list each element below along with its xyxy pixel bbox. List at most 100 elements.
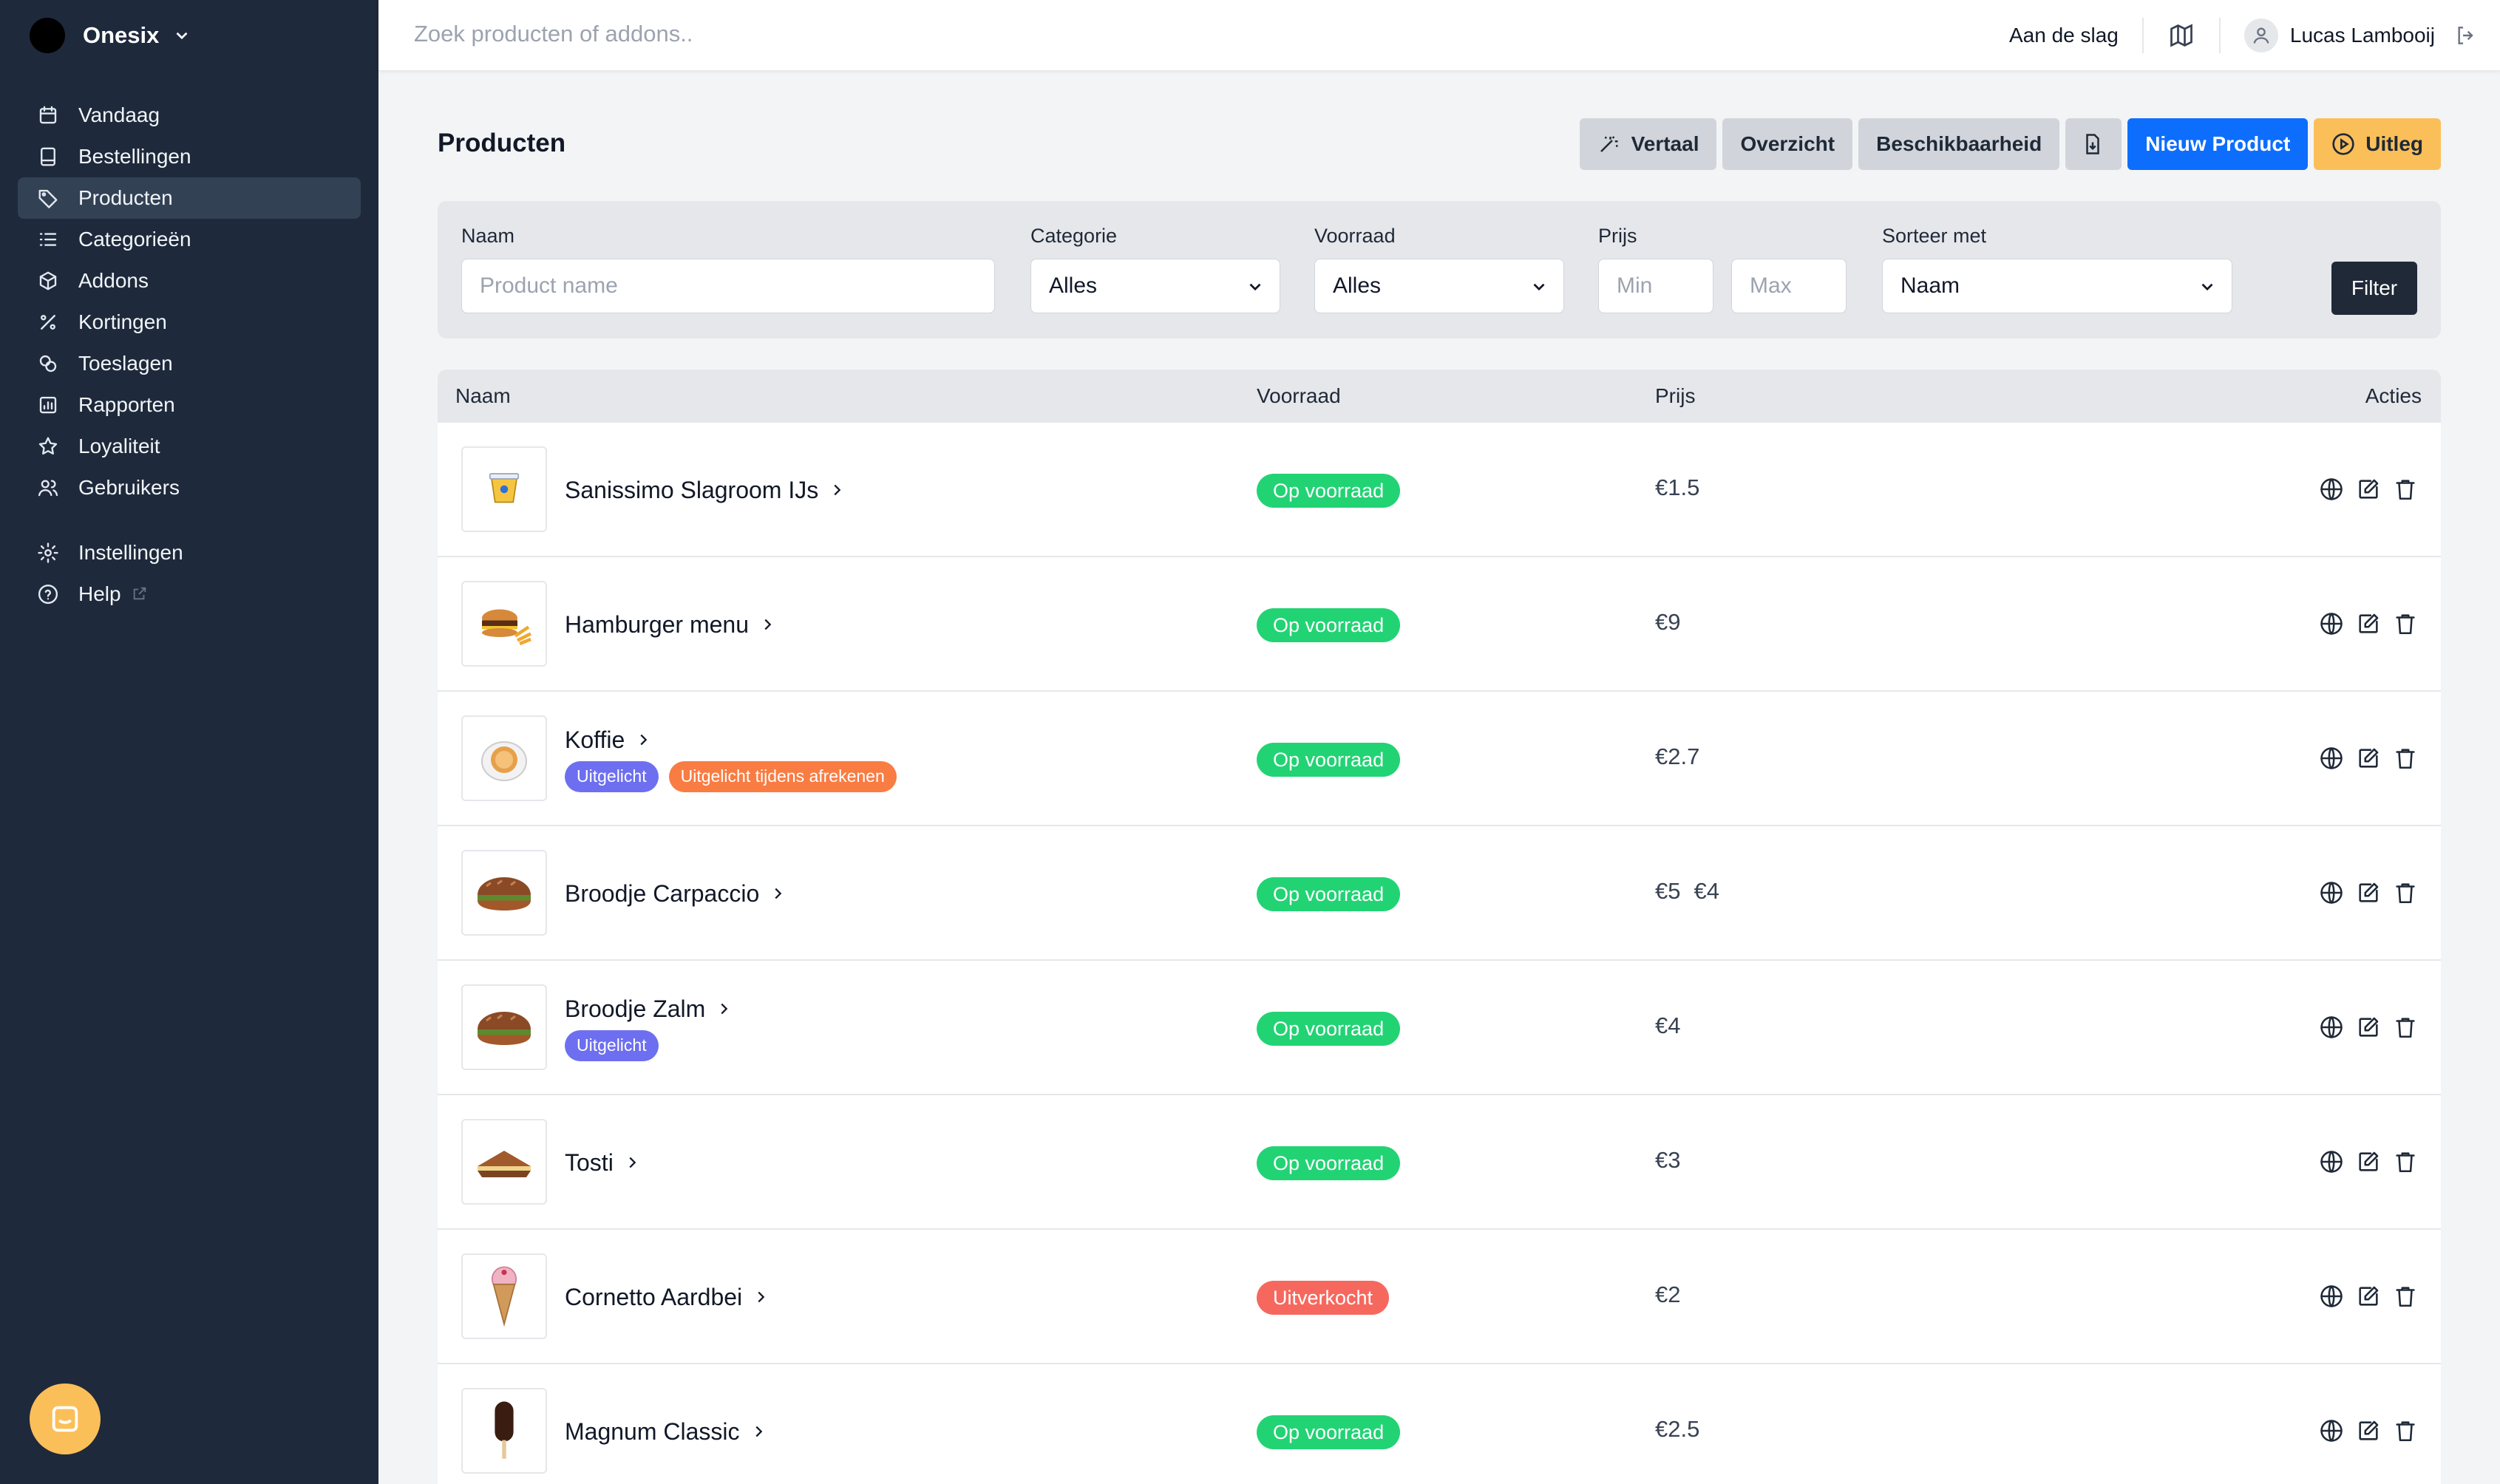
globe-icon[interactable] — [2318, 1014, 2345, 1041]
table-row: Broodje Carpaccio Op voorraad €5 €4 — [438, 826, 2441, 961]
sidebar-item-loyaliteit[interactable]: Loyaliteit — [18, 426, 361, 467]
trash-icon[interactable] — [2392, 1014, 2419, 1041]
trash-icon[interactable] — [2392, 745, 2419, 772]
filter-button[interactable]: Filter — [2331, 262, 2417, 315]
explain-label: Uitleg — [2365, 132, 2423, 155]
edit-icon[interactable] — [2355, 745, 2382, 772]
sort-select[interactable]: Naam — [1882, 259, 2232, 313]
product-thumbnail — [461, 984, 547, 1070]
sidebar-item-label: Addons — [78, 269, 149, 292]
trash-icon[interactable] — [2392, 1148, 2419, 1175]
trash-icon[interactable] — [2392, 879, 2419, 906]
edit-icon[interactable] — [2355, 610, 2382, 637]
globe-icon[interactable] — [2318, 745, 2345, 772]
globe-icon[interactable] — [2318, 476, 2345, 503]
globe-icon[interactable] — [2318, 610, 2345, 637]
product-name: Sanissimo Slagroom IJs — [565, 476, 819, 503]
sidebar-item-help[interactable]: Help — [18, 573, 361, 615]
sidebar-item-label: Loyaliteit — [78, 435, 160, 457]
category-filter-label: Categorie — [1030, 225, 1118, 247]
sidebar-item-gebruikers[interactable]: Gebruikers — [18, 467, 361, 508]
stock-badge: Op voorraad — [1257, 743, 1401, 777]
edit-icon[interactable] — [2355, 1283, 2382, 1310]
explain-button[interactable]: Uitleg — [2314, 118, 2441, 170]
product-price: €1.5 — [1655, 474, 1699, 501]
row-actions — [2318, 1283, 2419, 1310]
map-icon[interactable] — [2167, 21, 2195, 50]
price-max-input[interactable]: Max — [1731, 259, 1847, 313]
product-thumbnail — [461, 581, 547, 667]
price-value: €4 — [1655, 1012, 1681, 1038]
sidebar-item-toeslagen[interactable]: Toeslagen — [18, 343, 361, 384]
stock-select-value: Alles — [1333, 273, 1382, 298]
external-link-icon — [132, 585, 149, 603]
product-name-cell: Sanissimo Slagroom IJs — [565, 423, 845, 557]
get-started-link[interactable]: Aan de slag — [2009, 24, 2119, 47]
product-name-link[interactable]: Hamburger menu — [565, 611, 775, 639]
product-name-link[interactable]: Sanissimo Slagroom IJs — [565, 477, 845, 504]
chevron-right-icon — [750, 1423, 767, 1440]
chevron-right-icon — [635, 732, 651, 748]
coins-icon — [35, 351, 61, 376]
sidebar-item-vandaag[interactable]: Vandaag — [18, 95, 361, 136]
sidebar-item-categorie-n[interactable]: Categorieën — [18, 219, 361, 260]
chat-button[interactable] — [30, 1383, 101, 1454]
product-name-link[interactable]: Tosti — [565, 1149, 640, 1177]
sidebar-item-label: Vandaag — [78, 103, 160, 126]
sidebar-item-kortingen[interactable]: Kortingen — [18, 302, 361, 343]
org-switcher[interactable]: Onesix — [30, 18, 191, 53]
globe-icon[interactable] — [2318, 1417, 2345, 1444]
user-name[interactable]: Lucas Lambooij — [2290, 24, 2435, 47]
sidebar-item-rapporten[interactable]: Rapporten — [18, 384, 361, 426]
search-input[interactable] — [414, 21, 1079, 47]
availability-button[interactable]: Beschikbaarheid — [1858, 118, 2060, 170]
product-tag: Uitgelicht — [565, 760, 659, 792]
page-actions: Vertaal Overzicht Beschikbaarheid Nieuw … — [1579, 118, 2441, 170]
price-min-input[interactable]: Min — [1598, 259, 1713, 313]
trash-icon[interactable] — [2392, 610, 2419, 637]
sidebar-item-producten[interactable]: Producten — [18, 177, 361, 219]
org-logo — [30, 18, 65, 53]
edit-icon[interactable] — [2355, 879, 2382, 906]
new-product-button[interactable]: Nieuw Product — [2127, 118, 2309, 170]
product-name-link[interactable]: Broodje Zalm — [565, 995, 732, 1023]
product-name-link[interactable]: Magnum Classic — [565, 1418, 767, 1446]
export-button[interactable] — [2065, 118, 2122, 170]
product-tags: Uitgelicht — [565, 1029, 732, 1061]
globe-icon[interactable] — [2318, 1283, 2345, 1310]
trash-icon[interactable] — [2392, 1283, 2419, 1310]
product-name: Broodje Zalm — [565, 995, 706, 1022]
logout-icon[interactable] — [2454, 24, 2478, 47]
sidebar-item-addons[interactable]: Addons — [18, 260, 361, 302]
category-select[interactable]: Alles — [1030, 259, 1280, 313]
product-name-link[interactable]: Broodje Carpaccio — [565, 880, 786, 908]
trash-icon[interactable] — [2392, 1417, 2419, 1444]
sidebar-item-label: Instellingen — [78, 541, 183, 564]
product-name-cell: Koffie Uitgelicht Uitgelicht tijdens afre… — [565, 692, 897, 826]
translate-button[interactable]: Vertaal — [1579, 118, 1717, 170]
globe-icon[interactable] — [2318, 1148, 2345, 1175]
receipt-icon — [35, 144, 61, 169]
sidebar-item-instellingen[interactable]: Instellingen — [18, 532, 361, 573]
table-row: Cornetto Aardbei Uitverkocht €2 — [438, 1230, 2441, 1364]
tag-icon — [35, 186, 61, 211]
stock-badge: Op voorraad — [1257, 1146, 1401, 1180]
stock-badge: Uitverkocht — [1257, 1281, 1390, 1315]
availability-label: Beschikbaarheid — [1876, 132, 2042, 155]
overview-button[interactable]: Overzicht — [1722, 118, 1853, 170]
sidebar-item-bestellingen[interactable]: Bestellingen — [18, 136, 361, 177]
trash-icon[interactable] — [2392, 476, 2419, 503]
category-select-value: Alles — [1049, 273, 1098, 298]
edit-icon[interactable] — [2355, 476, 2382, 503]
topbar-right: Aan de slag Lucas Lambooij — [2009, 0, 2478, 71]
edit-icon[interactable] — [2355, 1148, 2382, 1175]
product-name-link[interactable]: Cornetto Aardbei — [565, 1284, 769, 1311]
avatar[interactable] — [2243, 18, 2278, 52]
table-row: Tosti Op voorraad €3 — [438, 1095, 2441, 1230]
globe-icon[interactable] — [2318, 879, 2345, 906]
name-filter-input[interactable]: Product name — [461, 259, 995, 313]
product-name-link[interactable]: Koffie — [565, 726, 897, 754]
edit-icon[interactable] — [2355, 1417, 2382, 1444]
edit-icon[interactable] — [2355, 1014, 2382, 1041]
stock-select[interactable]: Alles — [1314, 259, 1564, 313]
